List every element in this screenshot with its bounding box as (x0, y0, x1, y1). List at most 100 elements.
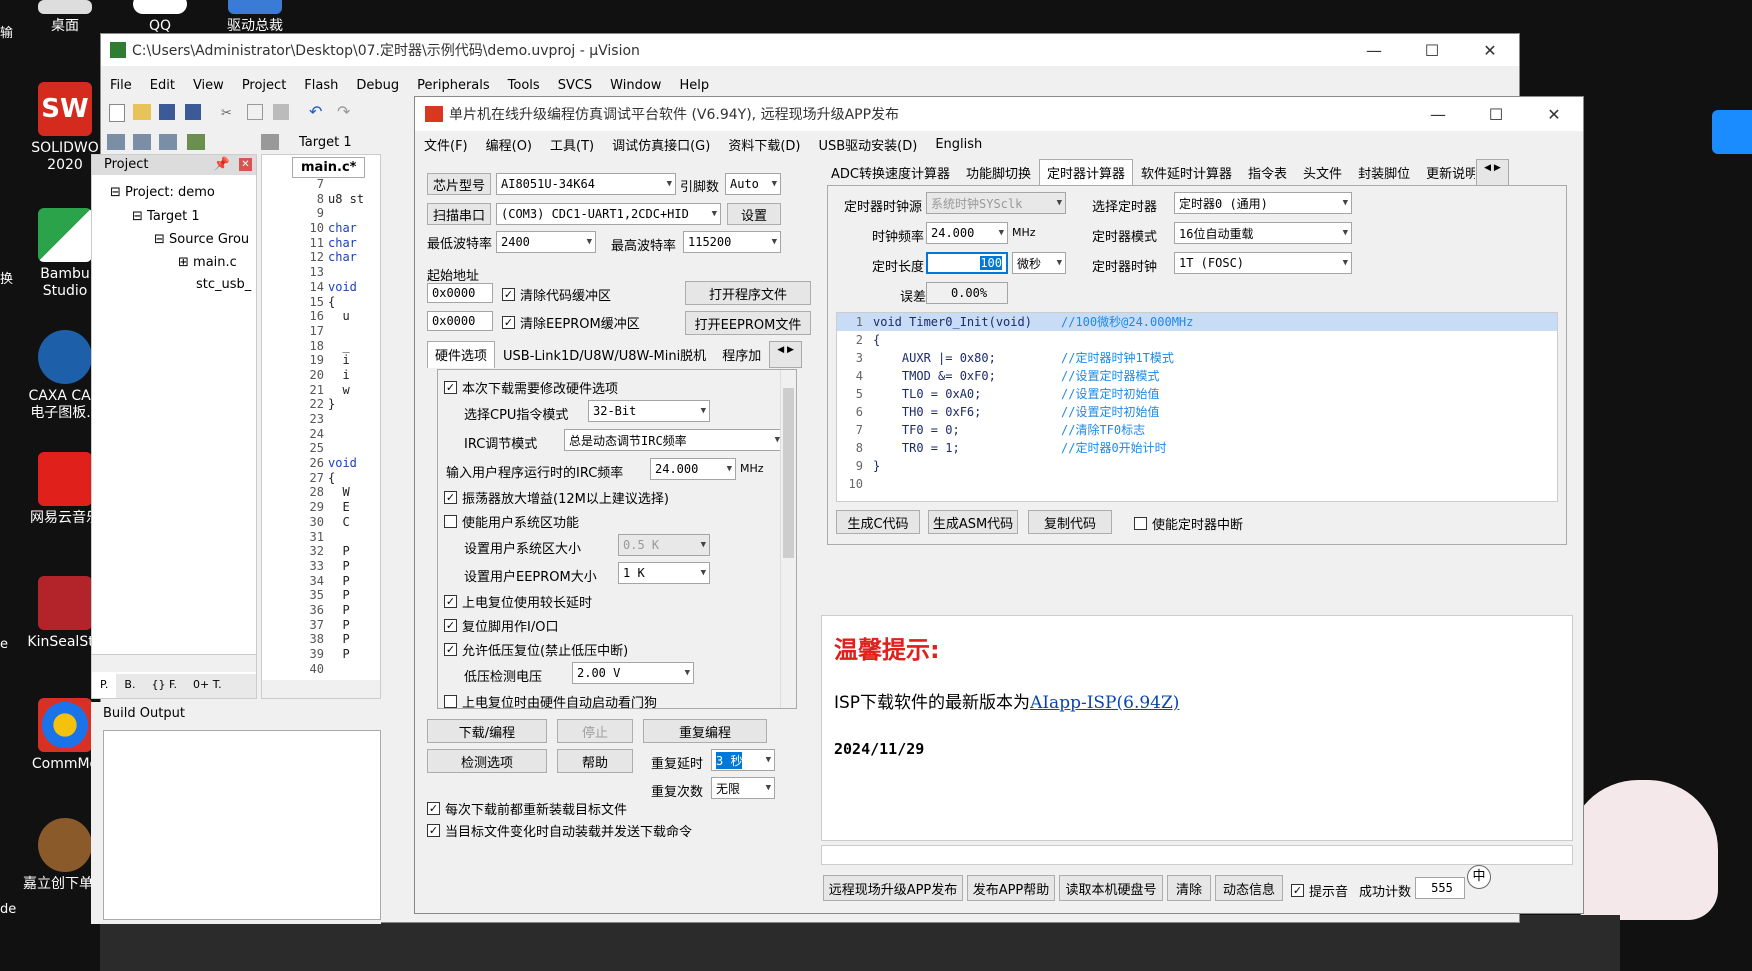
clear-eeprom-checkbox[interactable]: ✓ 清除EEPROM缓冲区 (502, 313, 640, 332)
menu-peripherals[interactable]: Peripherals (408, 78, 499, 93)
scroll-thumb[interactable] (783, 388, 794, 558)
editor-tab[interactable]: main.c* (292, 157, 366, 178)
batch-build-icon[interactable] (159, 134, 177, 150)
menu-svcs[interactable]: SVCS (549, 78, 601, 93)
tab-delay-calc[interactable]: 软件延时计算器 (1133, 159, 1240, 186)
tree-item-target[interactable]: ⊟ Target 1 (132, 209, 200, 224)
tab-pin-switch[interactable]: 功能脚切换 (958, 159, 1039, 186)
long-delay-checkbox[interactable]: ✓ 上电复位使用较长延时 (444, 592, 592, 611)
reprogram-button[interactable]: 重复编程 (643, 719, 767, 743)
timer-length-unit-select[interactable]: 微秒 ▼ (1012, 252, 1066, 274)
irc-freq-select[interactable]: 24.000 ▼ (650, 458, 736, 480)
paste-icon[interactable] (273, 104, 289, 120)
project-hscrollbar[interactable] (92, 654, 256, 672)
publish-app-help-button[interactable]: 发布APP帮助 (967, 875, 1055, 901)
wdt-checkbox[interactable]: 上电复位时由硬件自动启动看门狗 (444, 692, 657, 711)
open-program-button[interactable]: 打开程序文件 (685, 281, 811, 305)
menu-file[interactable]: File (101, 78, 141, 93)
download-icon[interactable] (187, 134, 205, 150)
undo-icon[interactable]: ↶ (309, 102, 322, 121)
menu-view[interactable]: View (184, 78, 233, 93)
reload-before-download-checkbox[interactable]: ✓ 每次下载前都重新装载目标文件 (427, 799, 627, 818)
tab-project[interactable]: P. (92, 674, 117, 698)
menu-project[interactable]: Project (233, 78, 295, 93)
tree-item-project[interactable]: ⊟ Project: demo (110, 185, 215, 200)
timer-mode-select[interactable]: 16位自动重载 ▼ (1174, 222, 1352, 244)
user-sys-area-checkbox[interactable]: 使能用户系统区功能 (444, 512, 579, 531)
repeat-count-select[interactable]: 无限 ▼ (711, 777, 775, 799)
auto-reload-checkbox[interactable]: ✓ 当目标文件变化时自动装载并发送下载命令 (427, 821, 692, 840)
menu-help[interactable]: Help (670, 78, 718, 93)
isp-menu-file[interactable]: 文件(F) (415, 135, 477, 154)
open-file-icon[interactable] (133, 104, 151, 120)
isp-menu-debug[interactable]: 调试仿真接口(G) (603, 135, 719, 154)
isp-menu-download[interactable]: 资料下载(D) (719, 135, 809, 154)
target-select[interactable]: Target 1 (299, 135, 352, 150)
remote-upgrade-button[interactable]: 远程现场升级APP发布 (823, 875, 963, 901)
osc-gain-checkbox[interactable]: ✓ 振荡器放大增益(12M以上建议选择) (444, 488, 669, 507)
tab-scroll-arrows[interactable]: ◀ ▶ (1476, 159, 1509, 186)
repeat-delay-select[interactable]: 3 秒 ▼ (711, 749, 775, 771)
isp-menu-usb[interactable]: USB驱动安装(D) (809, 135, 926, 154)
isp-minimize-button[interactable]: — (1409, 105, 1467, 124)
download-program-button[interactable]: 下载/编程 (427, 719, 547, 743)
modify-hw-options-checkbox[interactable]: ✓ 本次下载需要修改硬件选项 (444, 378, 618, 397)
desktop-icon-desktop[interactable]: 桌面 (20, 0, 110, 35)
generated-code-box[interactable]: 1 void Timer0_Init(void) //100微秒@24.000MHz… (836, 312, 1558, 502)
port-select[interactable]: (COM3) CDC1-UART1,2CDC+HID ▼ (496, 203, 721, 225)
tab-package-pins[interactable]: 封装脚位 (1350, 159, 1418, 186)
eeprom-address-input[interactable]: 0x0000 (427, 311, 493, 331)
menu-debug[interactable]: Debug (347, 78, 408, 93)
port-settings-button[interactable]: 设置 (727, 203, 781, 225)
close-button[interactable]: ✕ (1461, 41, 1519, 60)
gen-c-code-button[interactable]: 生成C代码 (836, 510, 920, 534)
desktop-icon-driver[interactable]: 驱动总裁 (210, 0, 300, 35)
pin-icon[interactable]: 📌 (214, 155, 230, 175)
maximize-button[interactable]: ☐ (1403, 41, 1461, 60)
redo-icon[interactable]: ↷ (337, 102, 350, 121)
gen-asm-code-button[interactable]: 生成ASM代码 (928, 510, 1018, 534)
hw-vscrollbar[interactable] (780, 370, 796, 708)
timer-clock-select[interactable]: 1T (FOSC) ▼ (1174, 252, 1352, 274)
user-eeprom-select[interactable]: 1 K ▼ (618, 562, 710, 584)
bottom-status-input[interactable] (821, 845, 1573, 865)
min-baud-select[interactable]: 2400 ▼ (496, 231, 596, 253)
lvd-select[interactable]: 2.00 V ▼ (572, 662, 694, 684)
tab-update-notes[interactable]: 更新说明 (1418, 159, 1476, 186)
editor-hscrollbar[interactable] (262, 680, 380, 698)
tab-timer-calc[interactable]: 定时器计算器 (1039, 159, 1134, 186)
help-button[interactable]: 帮助 (557, 749, 633, 773)
clear-code-checkbox[interactable]: ✓ 清除代码缓冲区 (502, 285, 611, 304)
tab-hardware-options[interactable]: 硬件选项 (427, 341, 496, 368)
desktop-icon-qq[interactable]: QQ (115, 0, 205, 35)
cut-icon[interactable]: ✂ (221, 106, 232, 121)
copy-icon[interactable] (247, 104, 263, 120)
isp-close-button[interactable]: ✕ (1525, 105, 1583, 124)
tab-usb-link[interactable]: USB-Link1D/U8W/U8W-Mini脱机 (495, 341, 714, 368)
cpu-mode-select[interactable]: 32-Bit ▼ (588, 400, 710, 422)
stop-button[interactable]: 停止 (557, 719, 633, 743)
pin-count-select[interactable]: Auto ▼ (725, 173, 781, 195)
build-icon[interactable] (107, 134, 125, 150)
lvr-checkbox[interactable]: ✓ 允许低压复位(禁止低压中断) (444, 640, 628, 659)
chip-select[interactable]: AI8051U-34K64 ▼ (496, 173, 676, 195)
open-eeprom-button[interactable]: 打开EEPROM文件 (685, 311, 811, 335)
tree-item-main-c[interactable]: ⊞ main.c (178, 255, 237, 270)
build-output-text[interactable] (103, 730, 381, 920)
new-file-icon[interactable] (109, 104, 125, 122)
tab-scroll-arrows[interactable]: ◀ ▶ (769, 341, 802, 368)
reset-io-checkbox[interactable]: ✓ 复位脚用作I/O口 (444, 616, 558, 635)
save-icon[interactable] (159, 104, 175, 120)
tab-adc-calc[interactable]: ADC转换速度计算器 (823, 159, 958, 186)
clear-button[interactable]: 清除 (1167, 875, 1211, 901)
user-sys-size-select[interactable]: 0.5 K ▼ (618, 534, 710, 556)
target-options-icon[interactable] (261, 134, 279, 150)
tab-functions[interactable]: {} F. (143, 674, 185, 698)
irc-mode-select[interactable]: 总是动态调节IRC频率 ▼ (564, 429, 784, 451)
cloud-icon[interactable] (1712, 110, 1752, 154)
menu-flash[interactable]: Flash (295, 78, 347, 93)
tree-item-stc-usb[interactable]: stc_usb_ (196, 277, 251, 292)
tree-item-source-group[interactable]: ⊟ Source Grou (154, 232, 249, 247)
save-all-icon[interactable] (185, 104, 201, 120)
menu-tools[interactable]: Tools (499, 78, 549, 93)
